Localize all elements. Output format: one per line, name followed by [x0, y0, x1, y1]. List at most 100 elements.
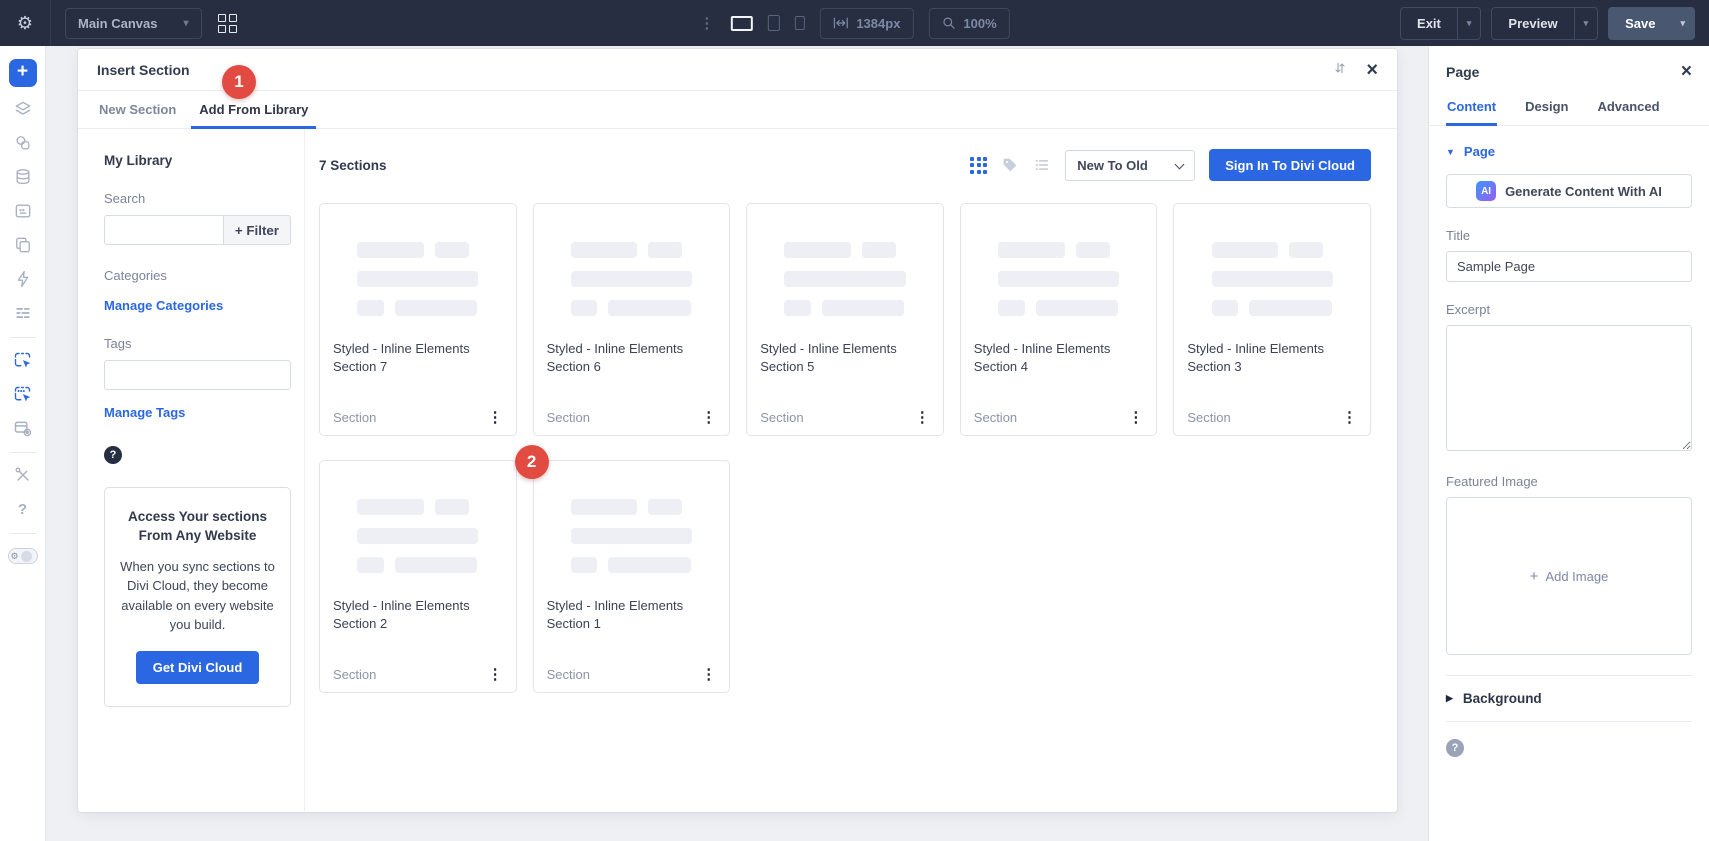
exit-button[interactable]: Exit ▾	[1400, 6, 1482, 40]
canvas-selector-dropdown[interactable]: Main Canvas ▾	[65, 7, 202, 39]
sign-in-divi-cloud-button[interactable]: Sign In To Divi Cloud	[1209, 149, 1371, 181]
section-card-title: Styled - Inline Elements Section 7	[333, 341, 470, 374]
grid-view-icon[interactable]	[970, 156, 988, 174]
plus-icon: +	[1529, 567, 1539, 585]
width-arrows-icon	[833, 17, 848, 29]
section-card-title: Styled - Inline Elements Section 6	[546, 341, 684, 374]
database-icon[interactable]	[11, 165, 35, 189]
library-main: 7 Sections New To Old Sign In To Divi Cl…	[305, 129, 1371, 811]
add-section-button[interactable]: +	[8, 59, 37, 87]
section-thumbnail	[961, 204, 1157, 316]
section-card[interactable]: Styled - Inline Elements Section 4 Secti…	[959, 203, 1158, 436]
tools-icon[interactable]	[11, 463, 35, 487]
copy-pages-icon[interactable]	[11, 233, 35, 257]
section-thumbnail	[1174, 204, 1370, 316]
save-button[interactable]: Save ▾	[1608, 6, 1695, 40]
section-card-type: Section	[546, 410, 590, 425]
app-body: + ? ⚙ 1 Insert Section × New Section Add…	[0, 46, 1709, 841]
panel-help-icon[interactable]: ?	[1446, 739, 1464, 757]
generate-ai-label: Generate Content With AI	[1505, 183, 1662, 199]
sync-page-icon[interactable]	[11, 382, 35, 406]
lightning-icon[interactable]	[11, 267, 35, 291]
canvas-width-input[interactable]: 1384px	[819, 7, 914, 39]
grid-square	[228, 24, 237, 33]
card-kebab-icon[interactable]: ⋮	[488, 667, 503, 682]
section-card[interactable]: 2 Styled - Inline Elements Section 1 Sec…	[514, 445, 731, 693]
insert-section-modal: 1 Insert Section × New Section Add From …	[78, 49, 1397, 812]
canvas-width-value: 1384px	[856, 15, 901, 31]
section-card[interactable]: Styled - Inline Elements Section 5 Secti…	[746, 203, 944, 436]
get-divi-cloud-button[interactable]: Get Divi Cloud	[135, 650, 260, 684]
form-card-icon[interactable]	[11, 199, 35, 223]
library-help-icon[interactable]: ?	[104, 446, 122, 464]
help-icon[interactable]: ?	[11, 497, 35, 521]
list-view-icon[interactable]	[1033, 156, 1051, 174]
rail-divider	[9, 452, 36, 453]
responsive-controls: ⋮ 1384px 100%	[699, 7, 1010, 39]
add-image-dropzone[interactable]: + Add Image	[1446, 497, 1692, 655]
tab-advanced[interactable]: Advanced	[1596, 91, 1660, 125]
builder-topbar: ⚙ Main Canvas ▾ ⋮ 1384px 100% Exit ▾ Pre…	[0, 0, 1709, 46]
zoom-control[interactable]: 100%	[928, 7, 1010, 39]
tablet-view-icon[interactable]	[767, 15, 780, 31]
generate-ai-button[interactable]: AI Generate Content With AI	[1446, 174, 1692, 208]
tab-design[interactable]: Design	[1524, 91, 1569, 125]
section-thumbnail	[320, 461, 516, 573]
card-kebab-icon[interactable]: ⋮	[488, 410, 503, 425]
manage-tags-link[interactable]: Manage Tags	[104, 405, 291, 420]
layers-icon[interactable]	[11, 97, 35, 121]
sort-order-select[interactable]: New To Old	[1065, 149, 1196, 181]
more-options-kebab-icon[interactable]: ⋮	[699, 14, 715, 32]
sections-count: 7 Sections	[319, 157, 387, 173]
theme-builder-icon[interactable]	[11, 416, 35, 440]
phone-view-icon[interactable]	[794, 16, 805, 30]
sync-section-icon[interactable]	[11, 348, 35, 372]
desktop-view-icon[interactable]	[730, 15, 753, 31]
preview-button[interactable]: Preview ▾	[1491, 6, 1599, 40]
section-card[interactable]: Styled - Inline Elements Section 7 Secti…	[319, 203, 517, 436]
promo-heading: Access Your sections From Any Website	[127, 509, 268, 543]
settings-toggle[interactable]: ⚙	[7, 548, 38, 564]
excerpt-textarea[interactable]	[1446, 325, 1692, 451]
section-thumbnail	[747, 204, 943, 316]
grid-square	[217, 24, 226, 33]
section-card-type: Section	[333, 667, 377, 682]
section-card-title: Styled - Inline Elements Section 5	[760, 341, 897, 374]
save-dropdown-chevron-icon[interactable]: ▾	[1671, 8, 1694, 39]
card-kebab-icon[interactable]: ⋮	[1128, 410, 1143, 425]
manage-categories-link[interactable]: Manage Categories	[104, 298, 291, 313]
search-input[interactable]	[104, 215, 223, 245]
tab-add-from-library[interactable]: Add From Library	[191, 91, 317, 129]
section-card[interactable]: Styled - Inline Elements Section 2 Secti…	[319, 460, 517, 693]
background-accordion-toggle[interactable]: ▶ Background	[1446, 675, 1692, 722]
close-icon[interactable]: ×	[1366, 60, 1378, 80]
tag-view-icon[interactable]	[1001, 156, 1019, 174]
exit-dropdown-chevron-icon[interactable]: ▾	[1456, 7, 1481, 39]
preview-dropdown-chevron-icon[interactable]: ▾	[1573, 7, 1598, 39]
builder-settings-gear-icon[interactable]: ⚙	[0, 13, 50, 34]
tab-content[interactable]: Content	[1446, 91, 1498, 126]
caret-right-icon: ▶	[1446, 693, 1453, 703]
tags-input[interactable]	[104, 360, 291, 390]
section-card[interactable]: Styled - Inline Elements Section 6 Secti…	[532, 203, 731, 436]
card-kebab-icon[interactable]: ⋮	[1342, 410, 1357, 425]
dashboard-grid-icon[interactable]	[217, 13, 237, 33]
page-title-input[interactable]	[1446, 251, 1692, 282]
panel-close-icon[interactable]: ×	[1681, 62, 1692, 81]
section-card-type: Section	[760, 410, 804, 425]
wireframe-rows-icon[interactable]	[11, 301, 35, 325]
expand-collapse-icon[interactable]	[1332, 60, 1348, 79]
design-assets-icon[interactable]	[11, 131, 35, 155]
card-kebab-icon[interactable]: ⋮	[915, 410, 930, 425]
filter-button[interactable]: + Filter	[222, 215, 291, 245]
card-kebab-icon[interactable]: ⋮	[701, 667, 716, 682]
grid-square	[217, 13, 226, 22]
tab-new-section[interactable]: New Section	[97, 91, 178, 128]
section-card[interactable]: Styled - Inline Elements Section 3 Secti…	[1173, 203, 1371, 436]
rail-divider	[9, 533, 36, 534]
card-kebab-icon[interactable]: ⋮	[701, 410, 716, 425]
canvas-selector-label: Main Canvas	[78, 15, 158, 31]
modal-title: Insert Section	[97, 61, 190, 78]
section-card-title: Styled - Inline Elements Section 2	[333, 598, 470, 631]
page-accordion-toggle[interactable]: ▼ Page	[1446, 144, 1692, 159]
